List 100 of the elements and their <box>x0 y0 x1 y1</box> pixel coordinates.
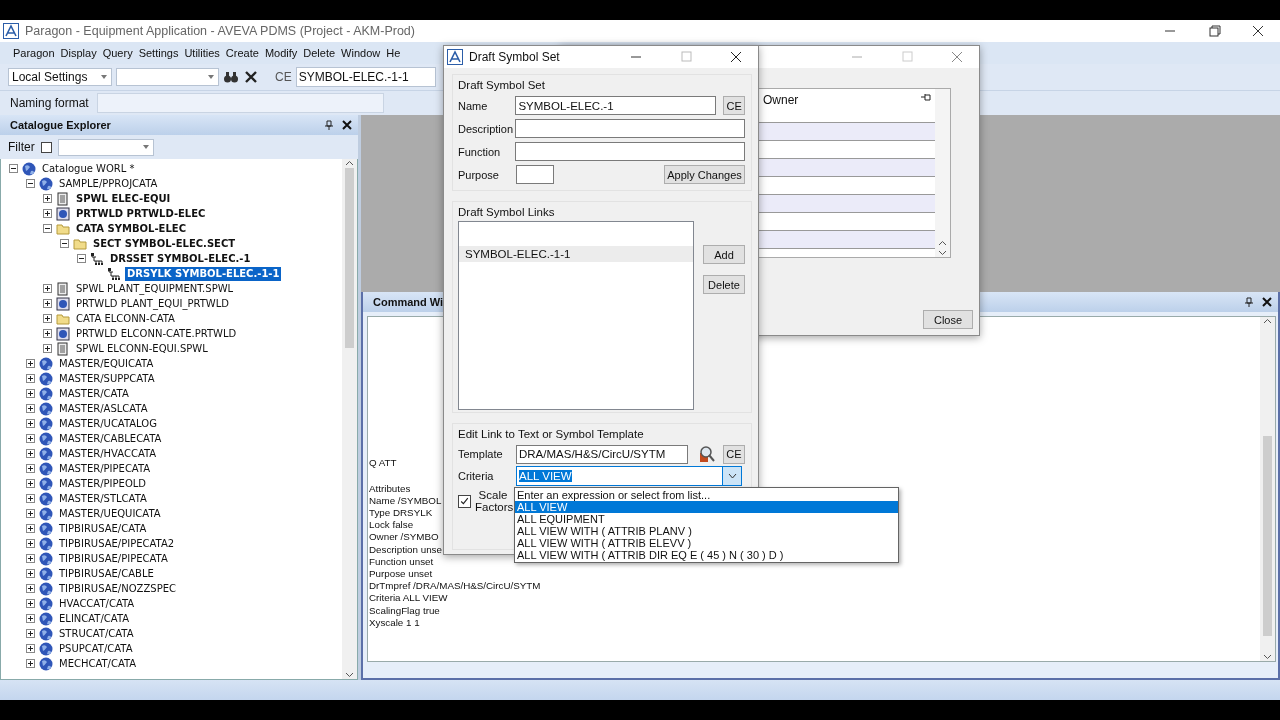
scroll-down-icon[interactable] <box>1263 652 1272 661</box>
dropdown-caret-icon[interactable] <box>727 473 737 479</box>
scroll-thumb[interactable] <box>1263 436 1272 636</box>
tree-item[interactable]: Catalogue WORL * <box>40 161 137 176</box>
tree-item[interactable]: DRSSET SYMBOL-ELEC.-1 <box>108 251 253 266</box>
tree-item[interactable]: MASTER/CATA <box>57 386 131 401</box>
scroll-thumb[interactable] <box>345 168 354 348</box>
tree-item[interactable]: PRTWLD ELCONN-CATE.PRTWLD <box>74 326 239 341</box>
tree-item[interactable]: ELINCAT/CATA <box>57 611 132 626</box>
dropdown-caret-icon[interactable] <box>207 74 215 80</box>
expand-icon[interactable] <box>26 419 35 428</box>
add-button[interactable]: Add <box>703 245 745 264</box>
dropdown-option[interactable]: ALL EQUIPMENT <box>515 513 898 525</box>
binoculars-icon[interactable] <box>223 69 239 85</box>
expand-icon[interactable] <box>43 209 52 218</box>
expand-icon[interactable] <box>26 404 35 413</box>
tree-item[interactable]: MASTER/SUPPCATA <box>57 371 157 386</box>
tree-item[interactable]: MASTER/STLCATA <box>57 491 149 506</box>
tree-item[interactable]: SAMPLE/PPROJCATA <box>57 176 160 191</box>
expand-icon[interactable] <box>26 509 35 518</box>
close-icon[interactable] <box>342 120 352 130</box>
list-item[interactable]: SYMBOL-ELEC.-1-1 <box>459 246 693 262</box>
expand-icon[interactable] <box>26 374 35 383</box>
tree-item[interactable]: TIPBIRUSAE/PIPECATA2 <box>57 536 177 551</box>
tree-item[interactable]: TIPBIRUSAE/CATA <box>57 521 149 536</box>
expand-icon[interactable] <box>26 449 35 458</box>
close-button[interactable]: Close <box>923 310 973 329</box>
expand-icon[interactable] <box>26 554 35 563</box>
expand-icon[interactable] <box>43 284 52 293</box>
expand-icon[interactable] <box>26 584 35 593</box>
dropdown-option[interactable]: ALL VIEW WITH ( ATTRIB ELEVV ) <box>515 537 898 549</box>
menu-item[interactable]: Query <box>99 47 136 59</box>
tree-item[interactable]: TIPBIRUSAE/PIPECATA <box>57 551 170 566</box>
scrollbar[interactable] <box>935 89 950 257</box>
expand-icon[interactable] <box>26 659 35 668</box>
tree-item[interactable]: HVACCAT/CATA <box>57 596 137 611</box>
tree-item[interactable]: DRSYLK SYMBOL-ELEC.-1-1 <box>125 266 282 281</box>
dropdown-option[interactable]: Enter an expression or select from list... <box>515 489 898 501</box>
dropdown-option[interactable]: ALL VIEW <box>515 501 898 513</box>
collapse-icon[interactable] <box>60 239 69 248</box>
expand-icon[interactable] <box>26 464 35 473</box>
pin-icon[interactable] <box>324 120 334 130</box>
tree-item[interactable]: STRUCAT/CATA <box>57 626 136 641</box>
collapse-icon[interactable] <box>26 179 35 188</box>
ce-button[interactable]: CE <box>723 444 745 464</box>
expand-icon[interactable] <box>26 479 35 488</box>
collapse-icon[interactable] <box>77 254 86 263</box>
scale-checkbox[interactable] <box>458 494 471 508</box>
expand-icon[interactable] <box>26 644 35 653</box>
expand-icon[interactable] <box>26 389 35 398</box>
clear-icon[interactable] <box>243 69 259 85</box>
tree-item[interactable]: SECT SYMBOL-ELEC.SECT <box>91 236 238 251</box>
tree-item[interactable]: PSUPCAT/CATA <box>57 641 135 656</box>
settings-dropdown[interactable]: Local Settings <box>8 68 112 86</box>
menu-item[interactable]: Delete <box>300 47 339 59</box>
scroll-up-icon[interactable] <box>345 159 354 168</box>
expand-icon[interactable] <box>43 314 52 323</box>
tree-item[interactable]: SPWL ELEC-EQUI <box>74 191 173 206</box>
apply-changes-button[interactable]: Apply Changes <box>664 165 745 184</box>
ce-field[interactable]: SYMBOL-ELEC.-1-1 <box>295 67 436 87</box>
pin-icon[interactable] <box>921 93 931 101</box>
menu-item[interactable]: Window <box>338 47 384 59</box>
menu-item[interactable]: Utilities <box>181 47 223 59</box>
expand-icon[interactable] <box>26 599 35 608</box>
tree-item[interactable]: CATA ELCONN-CATA <box>74 311 177 326</box>
menu-item[interactable]: Modify <box>261 47 301 59</box>
filter-checkbox[interactable] <box>40 141 52 153</box>
pin-icon[interactable] <box>1244 297 1254 307</box>
expand-icon[interactable] <box>26 569 35 578</box>
expand-icon[interactable] <box>43 344 52 353</box>
expand-icon[interactable] <box>26 524 35 533</box>
tree-item[interactable]: MASTER/PIPEOLD <box>57 476 149 491</box>
tree-item[interactable]: CATA SYMBOL-ELEC <box>74 221 188 236</box>
close-icon[interactable] <box>1262 297 1272 307</box>
delete-button[interactable]: Delete <box>703 275 745 294</box>
tree-item[interactable]: MASTER/ASLCATA <box>57 401 150 416</box>
collapse-icon[interactable] <box>43 224 52 233</box>
scrollbar[interactable] <box>1260 317 1275 661</box>
tree-item[interactable]: MASTER/CABLECATA <box>57 431 164 446</box>
search-icon[interactable] <box>698 445 716 463</box>
scroll-down-icon[interactable] <box>938 248 947 257</box>
expand-icon[interactable] <box>26 359 35 368</box>
expand-icon[interactable] <box>26 494 35 503</box>
expand-icon[interactable] <box>26 434 35 443</box>
tree-item[interactable]: MASTER/PIPECATA <box>57 461 153 476</box>
text-field[interactable] <box>515 142 745 161</box>
tree-item[interactable]: SPWL PLANT_EQUIPMENT.SPWL <box>74 281 236 296</box>
scrollbar[interactable] <box>342 159 357 679</box>
links-list[interactable]: SYMBOL-ELEC.-1-1 <box>458 221 694 410</box>
tree-item[interactable]: TIPBIRUSAE/NOZZSPEC <box>57 581 178 596</box>
name-field[interactable]: SYMBOL-ELEC.-1 <box>515 96 717 115</box>
expand-icon[interactable] <box>43 329 52 338</box>
dropdown-caret-icon[interactable] <box>141 144 150 150</box>
scroll-up-icon[interactable] <box>938 239 947 248</box>
text-field[interactable] <box>515 119 745 138</box>
expand-icon[interactable] <box>43 194 52 203</box>
tree-item[interactable]: TIPBIRUSAE/CABLE <box>57 566 156 581</box>
tree-item[interactable]: SPWL ELCONN-EQUI.SPWL <box>74 341 210 356</box>
criteria-combo[interactable]: ALL VIEW <box>516 466 742 486</box>
scroll-down-icon[interactable] <box>345 670 354 679</box>
